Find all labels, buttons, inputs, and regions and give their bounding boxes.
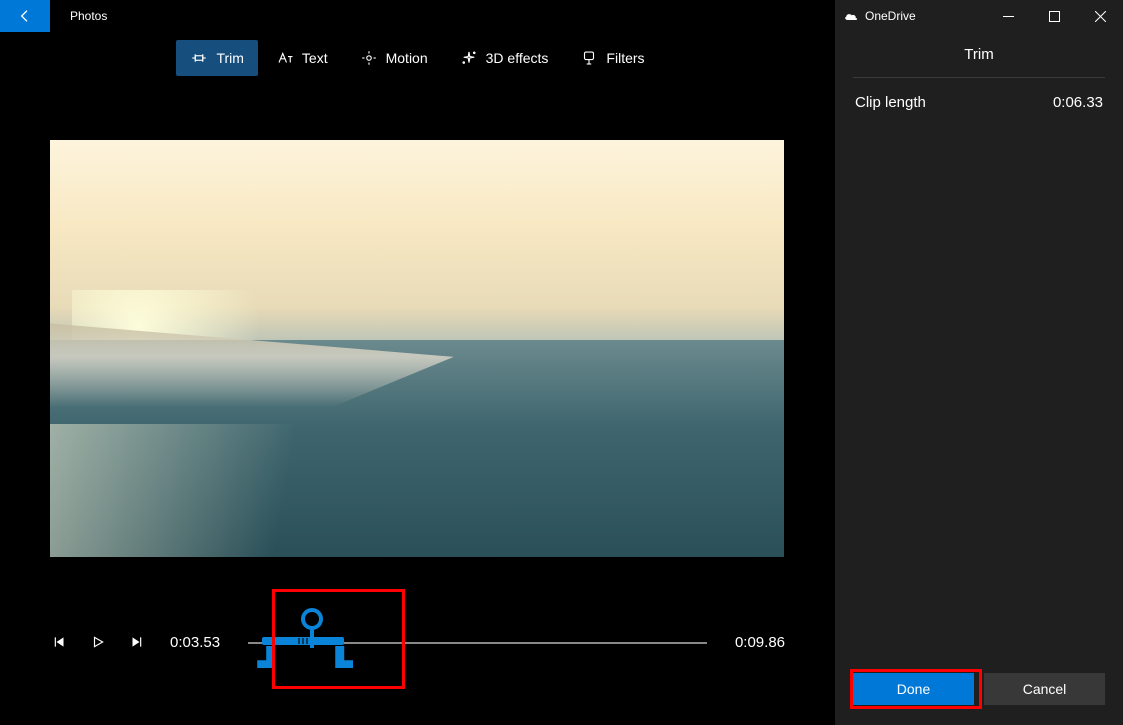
tab-text[interactable]: Text: [262, 40, 342, 76]
done-button-label: Done: [897, 681, 930, 697]
clip-length-row: Clip length 0:06.33: [835, 78, 1123, 127]
video-preview[interactable]: [50, 140, 784, 557]
trim-start-handle[interactable]: [257, 646, 275, 668]
tab-trim[interactable]: Trim: [176, 40, 257, 76]
current-time: 0:03.53: [170, 634, 220, 651]
tab-filters[interactable]: Filters: [566, 40, 658, 76]
total-duration: 0:09.86: [735, 634, 785, 651]
editor-toolbar: Trim Text Motion 3D effects Filters: [0, 38, 835, 78]
cancel-button[interactable]: Cancel: [984, 673, 1105, 705]
step-back-button[interactable]: [50, 632, 70, 652]
tab-3d-effects[interactable]: 3D effects: [446, 40, 563, 76]
video-sea-glare: [50, 424, 380, 557]
filters-icon: [580, 49, 598, 67]
side-app-name: OneDrive: [865, 9, 916, 23]
arrow-left-icon: [17, 8, 33, 24]
minimize-button[interactable]: [985, 0, 1031, 32]
main-editor-area: Photos Trim Text Motion 3D effects Filte…: [0, 0, 835, 725]
playback-controls: 0:03.53 0:09.86: [50, 632, 785, 652]
close-button[interactable]: [1077, 0, 1123, 32]
tab-text-label: Text: [302, 50, 328, 66]
back-button[interactable]: [0, 0, 50, 32]
titlebar: Photos: [0, 0, 835, 32]
trim-end-handle[interactable]: [335, 646, 353, 668]
app-title: Photos: [70, 9, 107, 23]
playhead[interactable]: [301, 608, 323, 630]
maximize-icon: [1049, 11, 1060, 22]
tab-filters-label: Filters: [606, 50, 644, 66]
panel-footer: Done Cancel: [835, 659, 1123, 725]
tab-motion-label: Motion: [386, 50, 428, 66]
window-controls: [985, 0, 1123, 32]
onedrive-icon: [843, 10, 859, 22]
step-forward-icon: [129, 635, 143, 649]
sparkle-icon: [460, 49, 478, 67]
trim-icon: [190, 49, 208, 67]
side-panel: OneDrive Trim Clip length 0:06.33 Done C…: [835, 0, 1123, 725]
step-back-icon: [53, 635, 67, 649]
minimize-icon: [1003, 11, 1014, 22]
tab-motion[interactable]: Motion: [346, 40, 442, 76]
play-button[interactable]: [88, 632, 108, 652]
motion-icon: [360, 49, 378, 67]
clip-length-label: Clip length: [855, 94, 926, 111]
close-icon: [1095, 11, 1106, 22]
maximize-button[interactable]: [1031, 0, 1077, 32]
text-icon: [276, 49, 294, 67]
step-forward-button[interactable]: [126, 632, 146, 652]
tab-3d-effects-label: 3D effects: [486, 50, 549, 66]
tab-trim-label: Trim: [216, 50, 243, 66]
play-icon: [91, 635, 105, 649]
trim-timeline[interactable]: [248, 640, 707, 644]
done-button[interactable]: Done: [853, 673, 974, 705]
side-titlebar: OneDrive: [835, 0, 1123, 32]
panel-heading: Trim: [835, 32, 1123, 77]
cancel-button-label: Cancel: [1023, 681, 1067, 697]
clip-length-value: 0:06.33: [1053, 94, 1103, 111]
